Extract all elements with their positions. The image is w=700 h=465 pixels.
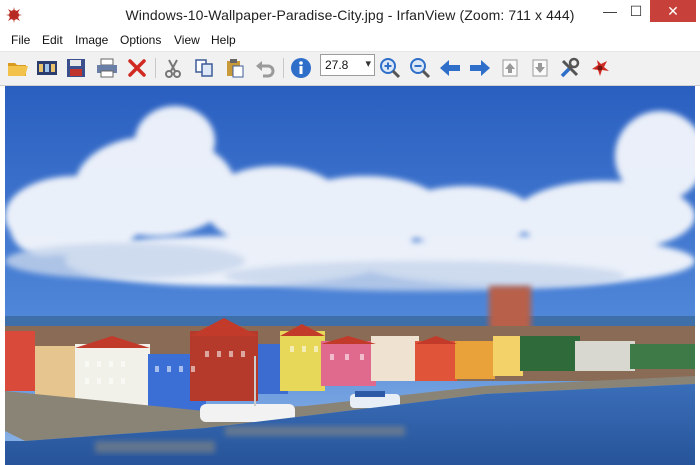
- previous-icon[interactable]: [437, 56, 463, 80]
- menu-view[interactable]: View: [174, 33, 200, 47]
- open-folder-icon[interactable]: [5, 56, 31, 80]
- zoom-value: 27.8: [325, 58, 349, 72]
- menu-file[interactable]: File: [11, 33, 30, 47]
- zoom-out-icon[interactable]: [407, 56, 433, 80]
- zoom-in-icon[interactable]: [377, 56, 403, 80]
- paradise-city-image: [5, 86, 695, 465]
- settings-icon[interactable]: [557, 56, 583, 80]
- minimize-button[interactable]: —: [597, 0, 623, 22]
- toolbar-separator: [283, 58, 284, 78]
- save-icon[interactable]: [63, 56, 89, 80]
- menu-options[interactable]: Options: [120, 33, 161, 47]
- irfanview-logo-icon[interactable]: [587, 56, 613, 80]
- cut-icon[interactable]: [160, 56, 186, 80]
- delete-icon[interactable]: [124, 56, 150, 80]
- toolbar-separator: [155, 58, 156, 78]
- menu-bar: File Edit Image Options View Help: [0, 30, 700, 50]
- copy-icon[interactable]: [191, 56, 217, 80]
- thumbnails-icon[interactable]: [34, 56, 60, 80]
- first-page-icon[interactable]: [497, 56, 523, 80]
- undo-icon[interactable]: [252, 56, 278, 80]
- window-title: Windows-10-Wallpaper-Paradise-City.jpg -…: [125, 7, 575, 23]
- maximize-button[interactable]: ☐: [623, 0, 649, 22]
- title-bar[interactable]: Windows-10-Wallpaper-Paradise-City.jpg -…: [0, 0, 700, 30]
- image-viewport[interactable]: [5, 86, 695, 465]
- menu-help[interactable]: Help: [211, 33, 236, 47]
- close-button[interactable]: ✕: [650, 0, 696, 22]
- next-icon[interactable]: [467, 56, 493, 80]
- chevron-down-icon[interactable]: ▾: [365, 57, 371, 70]
- info-icon[interactable]: [288, 56, 314, 80]
- menu-image[interactable]: Image: [75, 33, 108, 47]
- next-page-icon[interactable]: [527, 56, 553, 80]
- paste-icon[interactable]: [222, 56, 248, 80]
- zoom-combobox[interactable]: 27.8 ▾: [320, 54, 375, 76]
- menu-edit[interactable]: Edit: [42, 33, 63, 47]
- print-icon[interactable]: [94, 56, 120, 80]
- irfanview-window: Windows-10-Wallpaper-Paradise-City.jpg -…: [0, 0, 700, 465]
